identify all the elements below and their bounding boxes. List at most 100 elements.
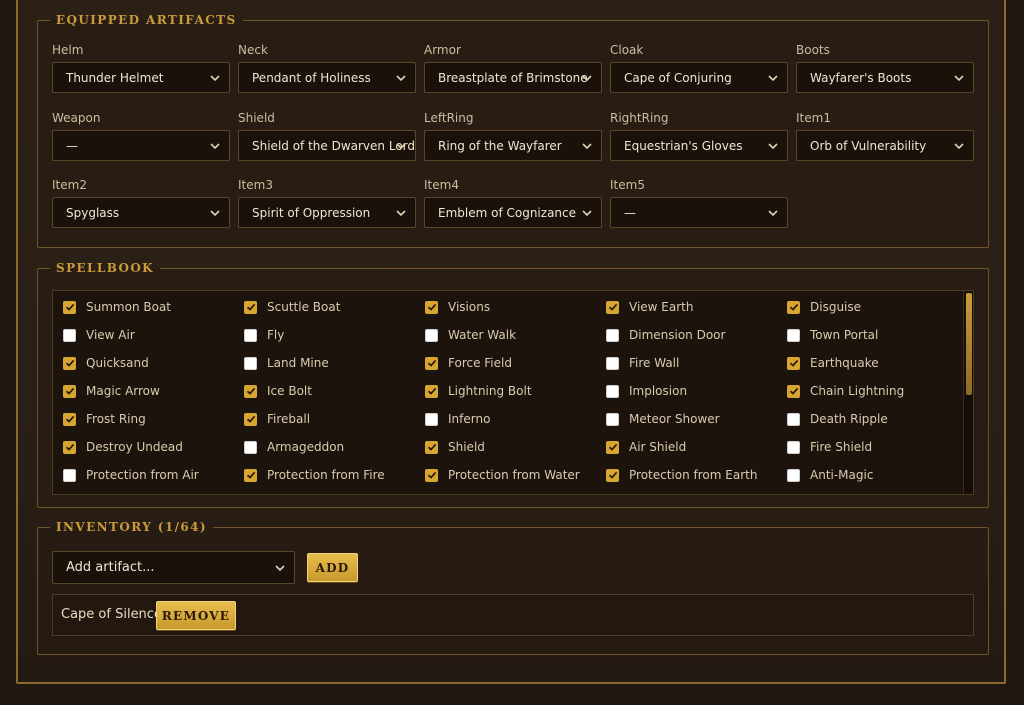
spell-item[interactable]: Magic Arrow xyxy=(63,382,160,400)
spell-item[interactable]: Water Walk xyxy=(425,326,516,344)
spell-checkbox[interactable] xyxy=(244,412,257,426)
spell-item[interactable]: Ice Bolt xyxy=(244,382,312,400)
spell-checkbox[interactable] xyxy=(244,440,257,454)
spell-item[interactable]: View Air xyxy=(63,326,135,344)
slot-select-item1[interactable]: Orb of Vulnerability xyxy=(796,130,974,161)
slot-select-value: Thunder Helmet xyxy=(66,70,164,85)
spellbook-scroll-thumb[interactable] xyxy=(966,293,972,395)
spell-checkbox[interactable] xyxy=(244,384,257,398)
spell-item[interactable]: Inferno xyxy=(425,410,490,428)
spell-checkbox[interactable] xyxy=(244,356,257,370)
add-artifact-button[interactable]: ADD xyxy=(307,553,358,582)
slot-select-boots[interactable]: Wayfarer's Boots xyxy=(796,62,974,93)
slot-select-neck[interactable]: Pendant of Holiness xyxy=(238,62,416,93)
spell-item[interactable]: Meteor Shower xyxy=(606,410,720,428)
spellbook-list[interactable]: Summon Boat Scuttle Boat Visions View Earth… xyxy=(52,290,974,495)
spell-item[interactable]: Summon Boat xyxy=(63,298,171,316)
spell-checkbox[interactable] xyxy=(787,328,800,342)
spell-checkbox[interactable] xyxy=(787,412,800,426)
spell-item[interactable]: Anti-Magic xyxy=(787,466,873,484)
spell-checkbox[interactable] xyxy=(425,468,438,482)
spell-item[interactable]: View Earth xyxy=(606,298,693,316)
spell-item[interactable]: Dimension Door xyxy=(606,326,725,344)
spell-checkbox[interactable] xyxy=(244,468,257,482)
remove-item-button[interactable]: REMOVE xyxy=(156,601,236,630)
add-artifact-select[interactable]: Add artifact... xyxy=(52,551,295,584)
slot-select-shield[interactable]: Shield of the Dwarven Lords xyxy=(238,130,416,161)
spell-item[interactable]: Scuttle Boat xyxy=(244,298,340,316)
spell-checkbox[interactable] xyxy=(63,468,76,482)
spell-checkbox[interactable] xyxy=(606,384,619,398)
spell-checkbox[interactable] xyxy=(63,328,76,342)
spell-item[interactable]: Disguise xyxy=(787,298,861,316)
spell-item[interactable]: Fire Wall xyxy=(606,354,679,372)
spell-checkbox[interactable] xyxy=(425,300,438,314)
spell-checkbox[interactable] xyxy=(787,468,800,482)
spell-checkbox[interactable] xyxy=(244,328,257,342)
slot-label-rightring: RightRing xyxy=(610,111,669,125)
spell-checkbox[interactable] xyxy=(63,384,76,398)
spell-item[interactable]: Air Shield xyxy=(606,438,686,456)
spell-item[interactable]: Protection from Air xyxy=(63,466,199,484)
spell-item[interactable]: Lightning Bolt xyxy=(425,382,532,400)
spell-checkbox[interactable] xyxy=(425,412,438,426)
spell-checkbox[interactable] xyxy=(787,300,800,314)
checkmark-icon xyxy=(246,471,255,479)
spell-checkbox[interactable] xyxy=(425,328,438,342)
spell-checkbox[interactable] xyxy=(606,412,619,426)
inventory-item-name: Cape of Silence xyxy=(61,607,162,622)
slot-select-weapon[interactable]: — xyxy=(52,130,230,161)
spell-checkbox[interactable] xyxy=(425,356,438,370)
spell-item[interactable]: Town Portal xyxy=(787,326,878,344)
spell-item[interactable]: Shield xyxy=(425,438,485,456)
spell-checkbox[interactable] xyxy=(63,440,76,454)
spell-checkbox[interactable] xyxy=(606,440,619,454)
slot-select-item5[interactable]: — xyxy=(610,197,788,228)
slot-select-item4[interactable]: Emblem of Cognizance xyxy=(424,197,602,228)
chevron-down-icon xyxy=(768,210,778,217)
slot-select-item3[interactable]: Spirit of Oppression xyxy=(238,197,416,228)
spell-label: Land Mine xyxy=(267,356,329,370)
slot-select-value: Shield of the Dwarven Lords xyxy=(252,138,416,153)
spell-item[interactable]: Frost Ring xyxy=(63,410,146,428)
spell-checkbox[interactable] xyxy=(63,356,76,370)
spell-item[interactable]: Protection from Fire xyxy=(244,466,385,484)
slot-select-armor[interactable]: Breastplate of Brimstone xyxy=(424,62,602,93)
slot-label-armor: Armor xyxy=(424,43,461,57)
spellbook-scrollbar[interactable] xyxy=(963,291,973,494)
slot-select-item2[interactable]: Spyglass xyxy=(52,197,230,228)
spell-checkbox[interactable] xyxy=(425,384,438,398)
slot-select-leftring[interactable]: Ring of the Wayfarer xyxy=(424,130,602,161)
spell-checkbox[interactable] xyxy=(606,328,619,342)
spell-item[interactable]: Visions xyxy=(425,298,490,316)
spell-checkbox[interactable] xyxy=(606,468,619,482)
spell-item[interactable]: Chain Lightning xyxy=(787,382,904,400)
spell-item[interactable]: Force Field xyxy=(425,354,512,372)
spell-checkbox[interactable] xyxy=(787,384,800,398)
spell-item[interactable]: Death Ripple xyxy=(787,410,888,428)
spell-item[interactable]: Quicksand xyxy=(63,354,149,372)
spell-item[interactable]: Armageddon xyxy=(244,438,344,456)
spell-checkbox[interactable] xyxy=(425,440,438,454)
spell-checkbox[interactable] xyxy=(787,356,800,370)
spell-item[interactable]: Destroy Undead xyxy=(63,438,183,456)
spell-item[interactable]: Earthquake xyxy=(787,354,879,372)
spell-checkbox[interactable] xyxy=(606,356,619,370)
slot-select-cloak[interactable]: Cape of Conjuring xyxy=(610,62,788,93)
spell-label: Disguise xyxy=(810,300,862,314)
spell-item[interactable]: Fire Shield xyxy=(787,438,872,456)
spell-item[interactable]: Protection from Earth xyxy=(606,466,757,484)
spell-checkbox[interactable] xyxy=(787,440,800,454)
spell-item[interactable]: Implosion xyxy=(606,382,687,400)
slot-label-item3: Item3 xyxy=(238,178,273,192)
spell-item[interactable]: Fireball xyxy=(244,410,310,428)
spell-checkbox[interactable] xyxy=(63,300,76,314)
spell-checkbox[interactable] xyxy=(606,300,619,314)
spell-checkbox[interactable] xyxy=(63,412,76,426)
spell-checkbox[interactable] xyxy=(244,300,257,314)
slot-select-rightring[interactable]: Equestrian's Gloves xyxy=(610,130,788,161)
spell-item[interactable]: Protection from Water xyxy=(425,466,580,484)
spell-item[interactable]: Fly xyxy=(244,326,284,344)
spell-item[interactable]: Land Mine xyxy=(244,354,329,372)
slot-select-helm[interactable]: Thunder Helmet xyxy=(52,62,230,93)
